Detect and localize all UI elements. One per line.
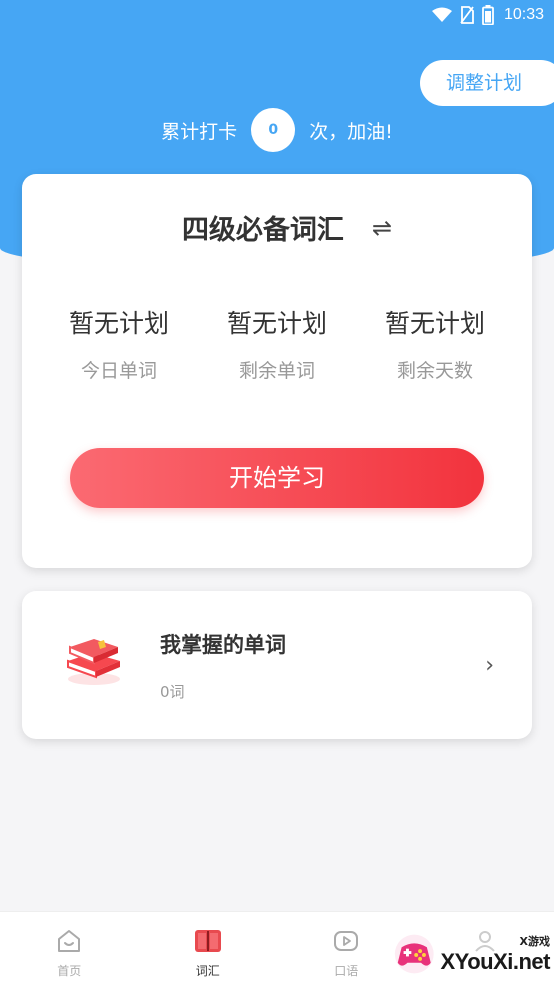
book-title: 四级必备词汇: [181, 215, 344, 246]
tab-label: 口语: [334, 964, 359, 978]
stat-label: 剩余单词: [238, 360, 315, 382]
tab-label: 首页: [57, 964, 82, 978]
home-icon: [54, 926, 84, 956]
adjust-plan-button[interactable]: 调整计划: [420, 60, 554, 106]
stat-today-words: 暂无计划 今日单词: [44, 304, 194, 383]
stat-label: 剩余天数: [396, 360, 473, 382]
checkin-prefix: 累计打卡: [161, 120, 238, 143]
tab-vocabulary[interactable]: 词汇: [139, 912, 278, 986]
checkin-count-badge: 0: [251, 108, 296, 152]
study-plan-card: 四级必备词汇 ⇌ 暂无计划 今日单词 暂无计划 剩余单词 暂无计划 剩余天数 开…: [22, 174, 532, 568]
stat-remaining-words: 暂无计划 剩余单词: [202, 304, 352, 383]
gamepad-logo-icon: [394, 934, 434, 974]
play-icon: [331, 926, 361, 956]
tab-home[interactable]: 首页: [0, 912, 139, 986]
status-time: 10:33: [503, 6, 544, 23]
plan-stats: 暂无计划 今日单词 暂无计划 剩余单词 暂无计划 剩余天数: [22, 304, 532, 383]
battery-icon: [482, 5, 494, 25]
books-icon: [67, 639, 120, 685]
swap-book-icon[interactable]: ⇌: [372, 216, 392, 240]
mastered-words-count: 0词: [160, 683, 185, 701]
tab-label: 词汇: [195, 964, 220, 978]
stat-remaining-days: 暂无计划 剩余天数: [360, 304, 510, 383]
stat-value: 暂无计划: [384, 309, 485, 338]
status-bar: 10:33: [0, 0, 554, 30]
checkin-summary: 累计打卡 0 次，加油!: [0, 108, 554, 152]
book-title-row: 四级必备词汇 ⇌: [22, 208, 532, 247]
start-learning-button[interactable]: 开始学习: [70, 448, 484, 508]
stat-value: 暂无计划: [226, 309, 327, 338]
no-sim-icon: [460, 6, 474, 24]
watermark-text: X游戏 XYouXi.net: [441, 933, 551, 975]
mastered-words-title: 我掌握的单词: [160, 633, 286, 657]
stat-label: 今日单词: [80, 360, 157, 382]
mastered-words-card[interactable]: 我掌握的单词 0词 ›: [22, 591, 532, 739]
book-icon: [193, 926, 223, 956]
watermark-domain: XYouXi.net: [440, 949, 551, 974]
site-watermark: X游戏 XYouXi.net: [390, 928, 550, 980]
wifi-icon: [431, 7, 452, 22]
chevron-right-icon: ›: [485, 653, 494, 678]
checkin-suffix: 次，加油!: [309, 120, 393, 143]
stat-value: 暂无计划: [68, 309, 169, 338]
watermark-small-text: X游戏: [519, 935, 550, 948]
